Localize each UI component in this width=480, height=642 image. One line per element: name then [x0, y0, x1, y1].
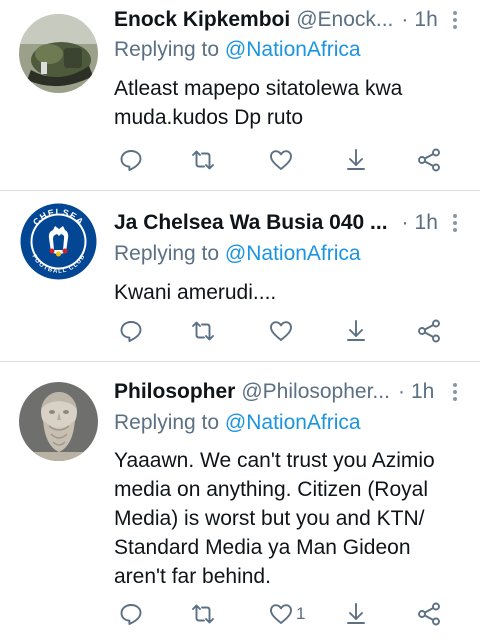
mention-link[interactable]: @NationAfrica [225, 38, 361, 61]
reply-icon [120, 150, 142, 171]
tweet-actions [0, 316, 480, 346]
tweet-text: Yaaawn. We can't trust you Azimio media … [114, 449, 435, 588]
replying-to: Replying to @NationAfrica [114, 38, 361, 62]
tweet-1[interactable]: Enock Kipkemboi @Enock... · 1h Replying … [0, 0, 480, 190]
share-button[interactable] [343, 599, 369, 629]
replying-to: Replying to @NationAfrica [114, 242, 361, 266]
reply-icon [120, 604, 142, 625]
like-icon [270, 321, 292, 341]
tweet-text: Atleast mapepo sitatolewa kwa muda.kudos… [114, 77, 403, 129]
share-icon [347, 149, 365, 170]
separator-dot: · [401, 211, 409, 234]
like-button[interactable]: 1 [268, 599, 305, 629]
tweet-actions [0, 145, 480, 175]
more-vertical-icon[interactable] [444, 212, 466, 234]
retweet-button[interactable] [190, 316, 216, 346]
share-network-button[interactable] [416, 145, 442, 175]
separator-dot: · [397, 380, 405, 403]
avatar-photo-icon [19, 14, 98, 93]
replying-label: Replying to [114, 411, 220, 434]
like-icon [270, 604, 292, 624]
like-button[interactable] [268, 145, 296, 175]
chelsea-crest-icon: CHELSEA FOOTBALL CLUB [19, 202, 98, 281]
share-icon [347, 320, 365, 341]
share-network-button[interactable] [416, 599, 442, 629]
share-button[interactable] [343, 316, 369, 346]
like-icon [270, 150, 292, 170]
display-name[interactable]: Philosopher [114, 380, 235, 404]
reply-button[interactable] [118, 316, 144, 346]
replying-label: Replying to [114, 38, 220, 61]
bust-statue-icon [19, 382, 98, 461]
tweet-text: Kwani amerudi.... [114, 281, 277, 304]
mention-link[interactable]: @NationAfrica [225, 411, 361, 434]
share-button[interactable] [343, 145, 369, 175]
more-vertical-icon[interactable] [444, 381, 466, 403]
replying-label: Replying to [114, 242, 220, 265]
reply-button[interactable] [118, 145, 144, 175]
tweet-2[interactable]: CHELSEA FOOTBALL CLUB Ja Chelsea Wa Busi… [0, 191, 480, 361]
avatar-philosopher[interactable] [19, 382, 98, 461]
timestamp[interactable]: 1h [411, 380, 434, 404]
reply-button[interactable] [118, 599, 144, 629]
avatar-enock[interactable] [19, 14, 98, 93]
separator-dot: · [401, 8, 409, 31]
display-name[interactable]: Ja Chelsea Wa Busia 040 ... [114, 211, 388, 235]
timestamp[interactable]: 1h [414, 8, 437, 32]
tweet-3[interactable]: Philosopher @Philosopher... · 1h Replyin… [0, 362, 480, 642]
user-handle[interactable]: @Philosopher... [241, 380, 390, 404]
share-network-button[interactable] [416, 316, 442, 346]
share-network-icon [418, 602, 440, 626]
like-count: 1 [296, 604, 306, 623]
avatar-chelsea[interactable]: CHELSEA FOOTBALL CLUB [19, 202, 98, 281]
retweet-button[interactable] [190, 145, 216, 175]
user-handle[interactable]: @Enock... [296, 8, 393, 32]
tweet-actions: 1 [0, 599, 480, 629]
like-button[interactable] [268, 316, 296, 346]
display-name[interactable]: Enock Kipkemboi [114, 8, 290, 32]
mention-link[interactable]: @NationAfrica [225, 242, 361, 265]
retweet-icon [192, 321, 214, 341]
more-vertical-icon[interactable] [444, 9, 466, 31]
retweet-icon [192, 150, 214, 170]
replying-to: Replying to @NationAfrica [114, 411, 361, 435]
retweet-button[interactable] [190, 599, 216, 629]
share-network-icon [418, 148, 440, 172]
retweet-icon [192, 604, 214, 624]
reply-icon [120, 321, 142, 342]
share-network-icon [418, 319, 440, 343]
timestamp[interactable]: 1h [415, 211, 438, 235]
share-icon [347, 603, 365, 624]
